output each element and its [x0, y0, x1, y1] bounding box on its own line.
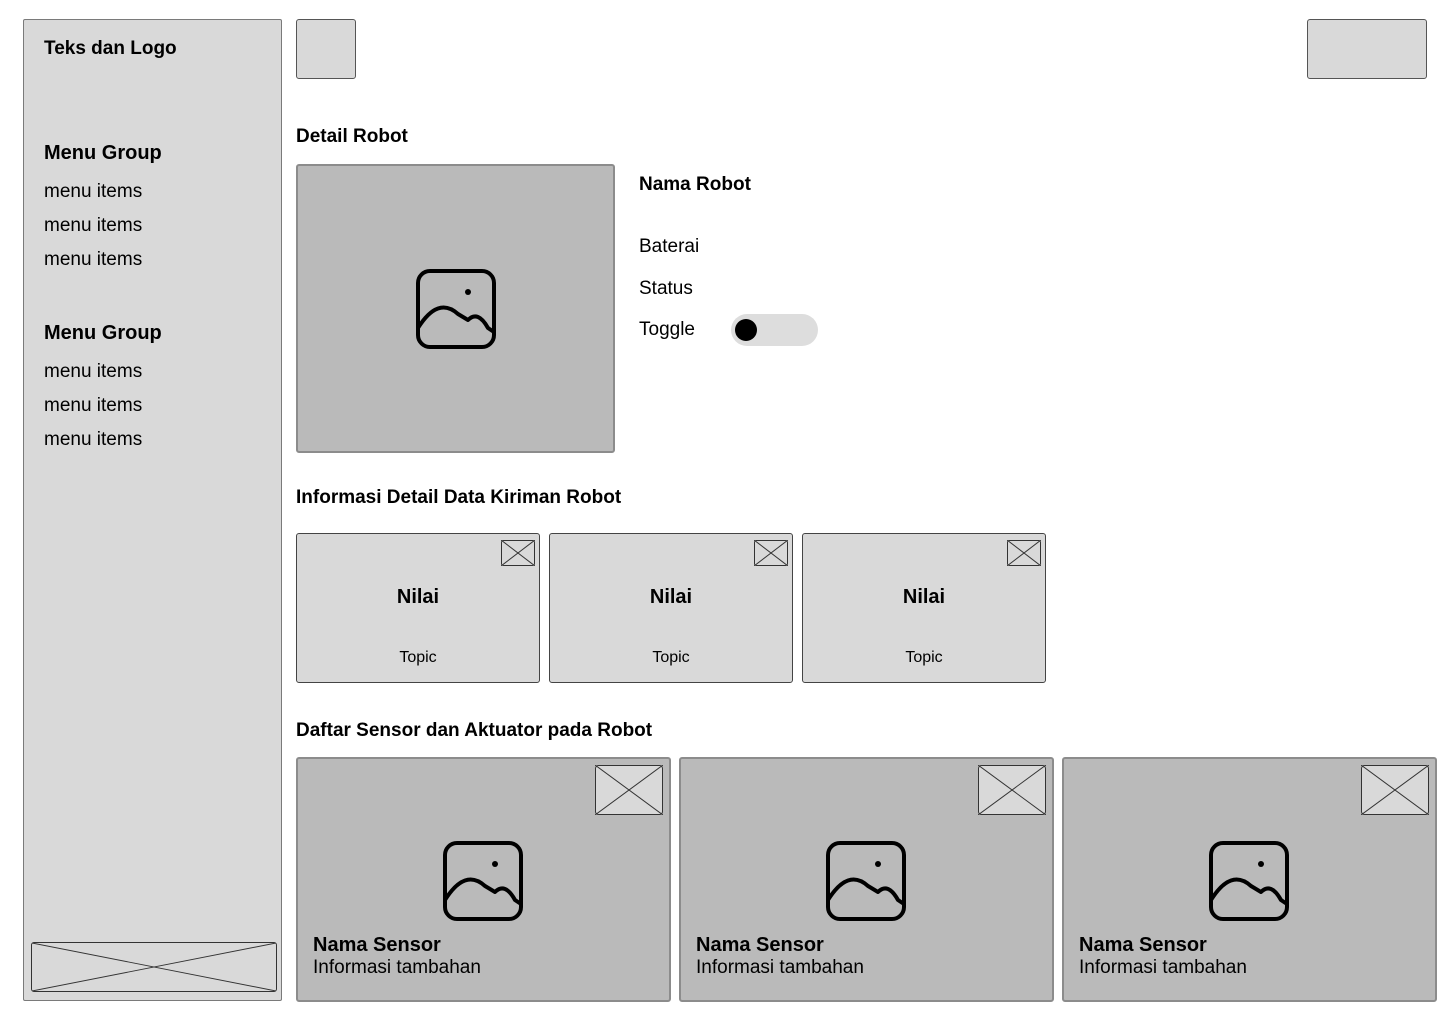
battery-label: Baterai — [639, 236, 700, 257]
section-title-sensor-list: Daftar Sensor dan Aktuator pada Robot — [296, 720, 653, 741]
placeholder-x-icon — [754, 540, 788, 566]
data-card[interactable]: Nilai Topic — [549, 533, 793, 683]
sensor-name: Nama Sensor — [696, 934, 824, 956]
menu-item[interactable]: menu items — [44, 360, 162, 394]
brand-text-logo: Teks dan Logo — [44, 38, 177, 59]
placeholder-x-icon — [501, 540, 535, 566]
sensor-card[interactable]: Nama Sensor Informasi tambahan — [296, 757, 671, 1002]
sensor-info: Informasi tambahan — [1079, 957, 1247, 978]
sidebar-footer-placeholder[interactable] — [31, 942, 277, 992]
sensor-card[interactable]: Nama Sensor Informasi tambahan — [1062, 757, 1437, 1002]
menu-group-2: Menu Group menu items menu items menu it… — [44, 320, 162, 462]
sensor-name: Nama Sensor — [313, 934, 441, 956]
menu-item[interactable]: menu items — [44, 248, 162, 282]
image-icon — [416, 269, 496, 349]
menu-item[interactable]: menu items — [44, 180, 162, 214]
placeholder-x-icon — [978, 765, 1046, 815]
section-title-data-info: Informasi Detail Data Kiriman Robot — [296, 487, 622, 508]
profile-button[interactable] — [1307, 19, 1427, 79]
toggle-knob — [735, 319, 757, 341]
data-topic: Topic — [905, 649, 943, 666]
sensor-info: Informasi tambahan — [696, 957, 864, 978]
robot-image — [296, 164, 615, 453]
image-icon — [1209, 841, 1289, 921]
robot-toggle-switch[interactable] — [731, 314, 818, 346]
placeholder-x-icon — [1007, 540, 1041, 566]
status-label: Status — [639, 278, 693, 299]
sidebar: Teks dan Logo Menu Group menu items menu… — [23, 19, 282, 1001]
menu-toggle-button[interactable] — [296, 19, 356, 79]
data-topic: Topic — [399, 649, 437, 666]
sensor-name: Nama Sensor — [1079, 934, 1207, 956]
data-card[interactable]: Nilai Topic — [802, 533, 1046, 683]
data-value: Nilai — [649, 586, 693, 608]
section-title-detail-robot: Detail Robot — [296, 126, 408, 147]
placeholder-x-icon — [32, 943, 276, 991]
robot-name: Nama Robot — [639, 174, 751, 195]
data-card[interactable]: Nilai Topic — [296, 533, 540, 683]
placeholder-x-icon — [1361, 765, 1429, 815]
menu-group-title: Menu Group — [44, 322, 162, 344]
menu-item[interactable]: menu items — [44, 394, 162, 428]
menu-group-1: Menu Group menu items menu items menu it… — [44, 140, 162, 282]
data-value: Nilai — [396, 586, 440, 608]
data-topic: Topic — [652, 649, 690, 666]
data-value: Nilai — [902, 586, 946, 608]
sensor-card[interactable]: Nama Sensor Informasi tambahan — [679, 757, 1054, 1002]
sensor-info: Informasi tambahan — [313, 957, 481, 978]
menu-item[interactable]: menu items — [44, 428, 162, 462]
image-icon — [826, 841, 906, 921]
image-icon — [443, 841, 523, 921]
placeholder-x-icon — [595, 765, 663, 815]
toggle-label: Toggle — [639, 319, 695, 340]
menu-item[interactable]: menu items — [44, 214, 162, 248]
menu-group-title: Menu Group — [44, 142, 162, 164]
